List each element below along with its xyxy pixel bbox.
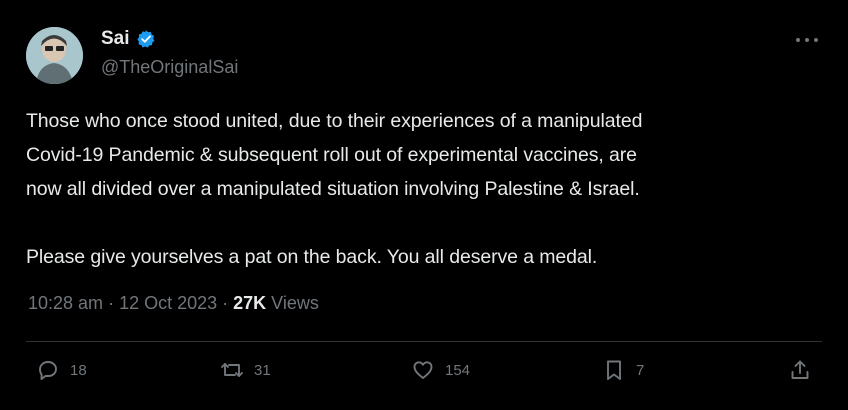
author-name-row: Sai [101,28,156,50]
reply-icon [39,361,57,380]
tweet-meta: 10:28 am · 12 Oct 2023 · 27K Views [28,293,319,314]
repost-button[interactable]: 31 [220,358,271,382]
share-button[interactable] [788,358,812,382]
views-label: Views [271,293,319,313]
bookmark-icon [607,360,621,380]
views-count[interactable]: 27K [233,293,266,314]
avatar[interactable] [26,27,83,84]
tweet-text: Those who once stood united, due to thei… [26,104,826,274]
verified-badge-icon[interactable] [136,29,156,49]
tweet-card: Sai @TheOriginalSai Those who once stood… [0,0,848,410]
repost-icon [221,363,243,377]
tweet-text-line: Covid-19 Pandemic & subsequent roll out … [26,144,637,166]
tweet-text-line: Those who once stood united, due to thei… [26,110,643,132]
author-handle[interactable]: @TheOriginalSai [101,57,238,78]
tweet-text-line: now all divided over a manipulated situa… [26,178,640,200]
reply-count: 18 [70,361,87,379]
avatar-image [26,27,83,84]
meta-separator: · [108,293,115,313]
repost-count: 31 [254,361,271,379]
divider [26,341,822,342]
tweet-text-line: Please give yourselves a pat on the back… [26,246,598,268]
tweet-date[interactable]: 12 Oct 2023 [119,293,217,314]
bookmark-button[interactable]: 7 [602,358,644,382]
action-bar: 18 31 154 7 [26,358,822,392]
meta-separator: · [222,293,229,313]
bookmark-count: 7 [636,361,645,379]
reply-button[interactable]: 18 [36,358,87,382]
tweet-time[interactable]: 10:28 am [28,293,103,314]
like-button[interactable]: 154 [411,358,470,382]
share-icon [791,360,809,379]
more-options-icon[interactable] [792,30,822,50]
heart-icon [413,361,433,379]
author-display-name[interactable]: Sai [101,28,130,50]
like-count: 154 [445,361,471,379]
